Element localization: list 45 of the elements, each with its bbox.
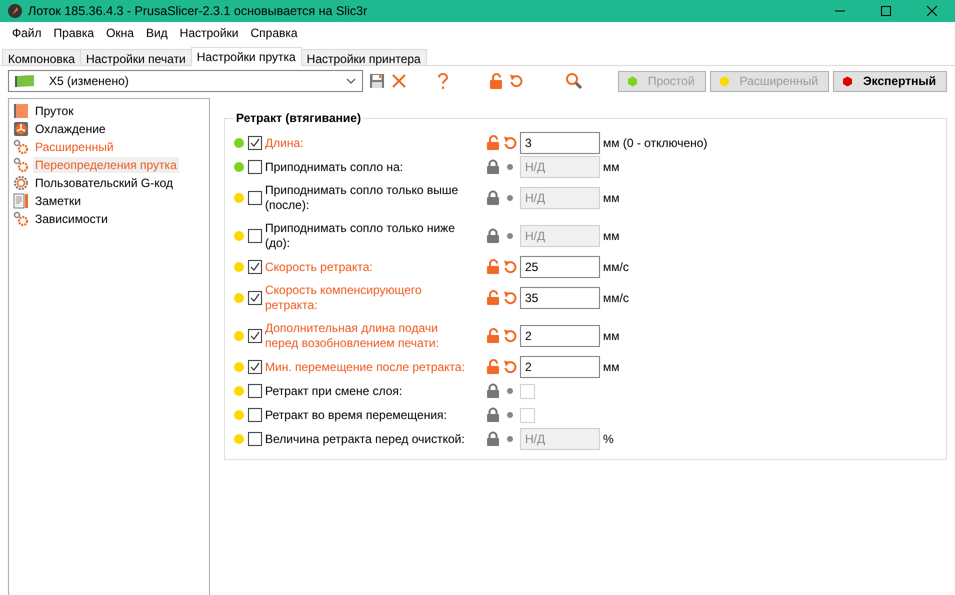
unit-label: % — [603, 432, 615, 446]
tab[interactable]: Настройки принтера — [300, 49, 427, 65]
sidebar-item[interactable]: Зависимости — [33, 211, 110, 227]
option-label: Ретракт при смене слоя: — [265, 382, 402, 400]
option-label: Приподнимать сопло только выше (после): — [265, 182, 460, 214]
value-field[interactable]: 2 — [520, 356, 600, 378]
option-label: Ретракт во время перемещения: — [265, 406, 447, 424]
menu-item[interactable]: Справка — [244, 26, 304, 40]
unit-label: мм (0 - отключено) — [603, 136, 708, 150]
option-label: Длина: — [265, 134, 304, 152]
unit-label: мм — [603, 191, 620, 205]
unit-label: мм/с — [603, 291, 630, 305]
option-label: Приподнимать сопло только ниже (до): — [265, 220, 456, 252]
group-title: Ретракт (втягивание) — [235, 111, 362, 125]
value-field[interactable]: 3 — [520, 132, 600, 154]
menu-item[interactable]: Окна — [100, 26, 140, 40]
unit-label: мм/с — [603, 260, 630, 274]
value-field[interactable]: 35 — [520, 287, 600, 309]
menu-item[interactable]: Вид — [140, 26, 174, 40]
unit-label: мм — [603, 160, 620, 174]
menu-item[interactable]: Правка — [48, 26, 100, 40]
menu-item[interactable]: Настройки — [174, 26, 245, 40]
sidebar-item[interactable]: Пруток — [33, 103, 76, 119]
value-field[interactable]: 2 — [520, 325, 600, 347]
option-label: Скорость ретракта: — [265, 258, 373, 276]
unit-label: мм — [603, 229, 620, 243]
sidebar-item[interactable]: Охлаждение — [33, 121, 108, 137]
tab[interactable]: Настройки прутка — [190, 47, 302, 66]
window-title: Лоток 185.36.4.3 - PrusaSlicer-2.3.1 основывается на Slic3r — [28, 4, 368, 18]
value-field[interactable]: 25 — [520, 256, 600, 278]
option-label: Скорость компенсирующего ретракта: — [265, 282, 423, 314]
tab[interactable]: Компоновка — [2, 49, 81, 65]
option-label: Приподнимать сопло на: — [265, 158, 404, 176]
option-label: Величина ретракта перед очисткой: — [265, 430, 465, 448]
mode-button[interactable]: Экспертный — [833, 70, 947, 92]
tab[interactable]: Настройки печати — [80, 49, 192, 65]
option-label: Дополнительная длина подачи перед возобновлением печати: — [265, 320, 440, 352]
option-label: Мин. перемещение после ретракта: — [265, 358, 465, 376]
unit-label: мм — [603, 360, 620, 374]
unit-label: мм — [603, 329, 620, 343]
preset-dropdown[interactable]: X5 (изменено) — [8, 70, 363, 92]
sidebar-item[interactable]: Заметки — [33, 193, 83, 209]
menu-item[interactable]: Файл — [6, 26, 48, 40]
sidebar-item[interactable]: Пользовательский G-код — [33, 175, 175, 191]
preset-value: X5 (изменено) — [49, 74, 130, 88]
